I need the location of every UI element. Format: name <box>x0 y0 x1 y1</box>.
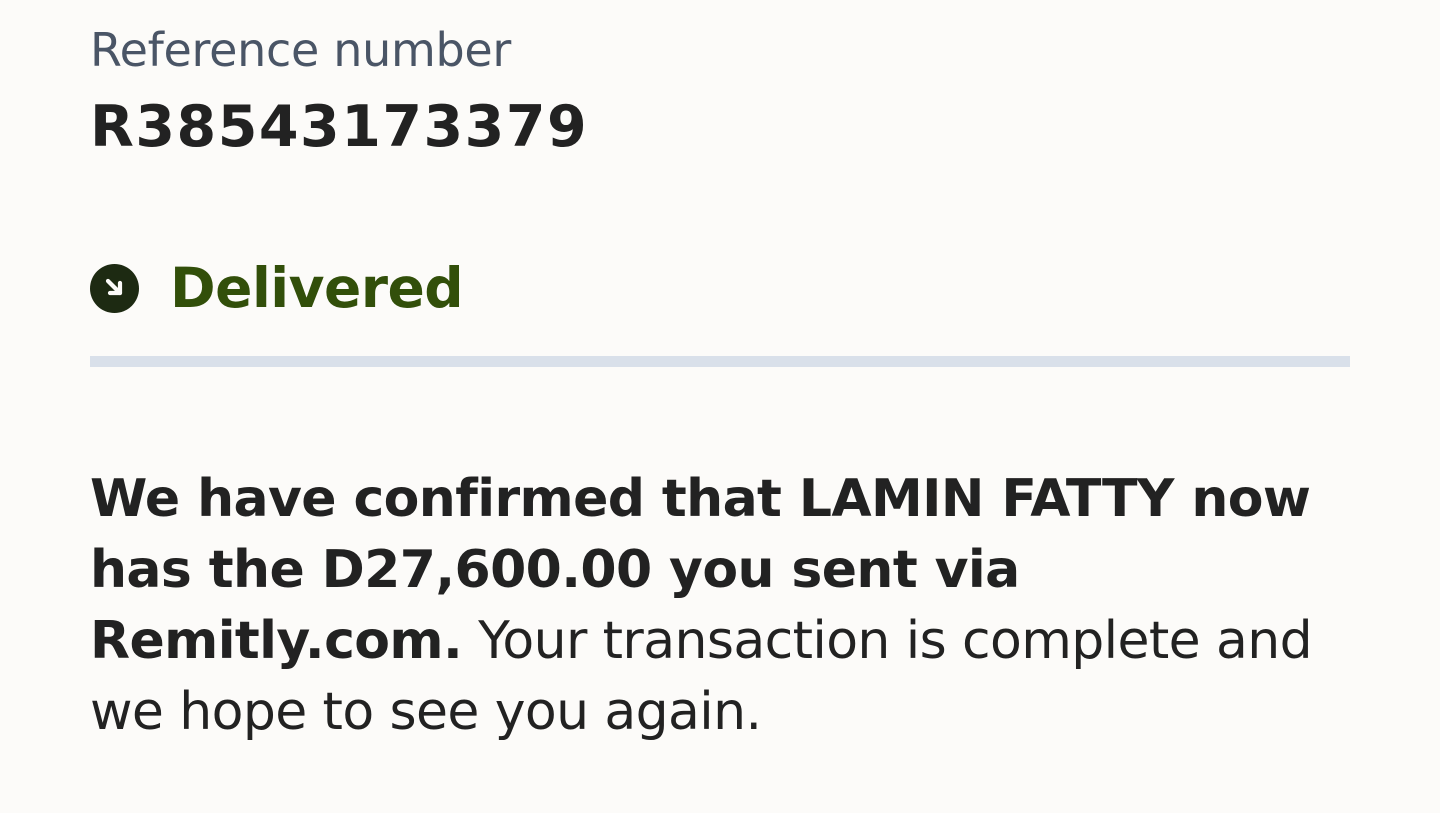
arrow-down-right-circle-icon <box>90 263 139 313</box>
confirmation-message: We have confirmed that LAMIN FATTY now h… <box>90 464 1360 748</box>
reference-number-value: R38543173379 <box>90 94 589 160</box>
reference-number-label: Reference number <box>90 23 511 77</box>
transaction-detail-page: Reference number R38543173379 Delivered … <box>0 0 1440 813</box>
status-label: Delivered <box>170 256 464 320</box>
delivery-status: Delivered <box>90 256 464 320</box>
section-divider <box>90 356 1350 367</box>
